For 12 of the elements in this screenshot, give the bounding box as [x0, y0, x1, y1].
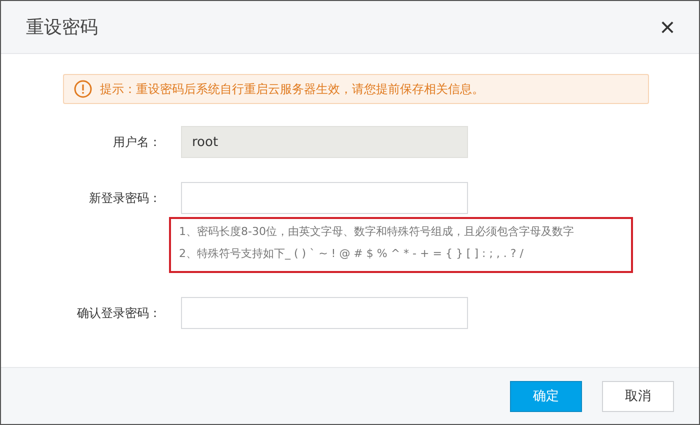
input-field[interactable] — [181, 297, 468, 329]
dialog-title: 重设密码 — [26, 16, 98, 39]
field-label: 确认登录密码： — [76, 305, 162, 322]
field-label: 新登录密码： — [88, 190, 162, 207]
alert-text: 提示：重设密码后系统自行重启云服务器生效，请您提前保存相关信息。 — [100, 80, 484, 98]
input-field[interactable] — [181, 182, 468, 214]
hint-text: 1、密码长度8-30位，由英文字母、数字和特殊符号组成，且必须包含字母及数字 — [179, 224, 575, 240]
close-button[interactable]: × — [654, 14, 681, 40]
field-label: 用户名： — [112, 134, 162, 151]
hint-text: 2、特殊符号支持如下_ ( ) ` ~ ! @ # $ % ^ * - + = { } [ ] : ; , . ? / — [179, 246, 524, 262]
warning-icon — [74, 80, 92, 98]
cancel-button[interactable]: 取消 — [602, 380, 674, 412]
